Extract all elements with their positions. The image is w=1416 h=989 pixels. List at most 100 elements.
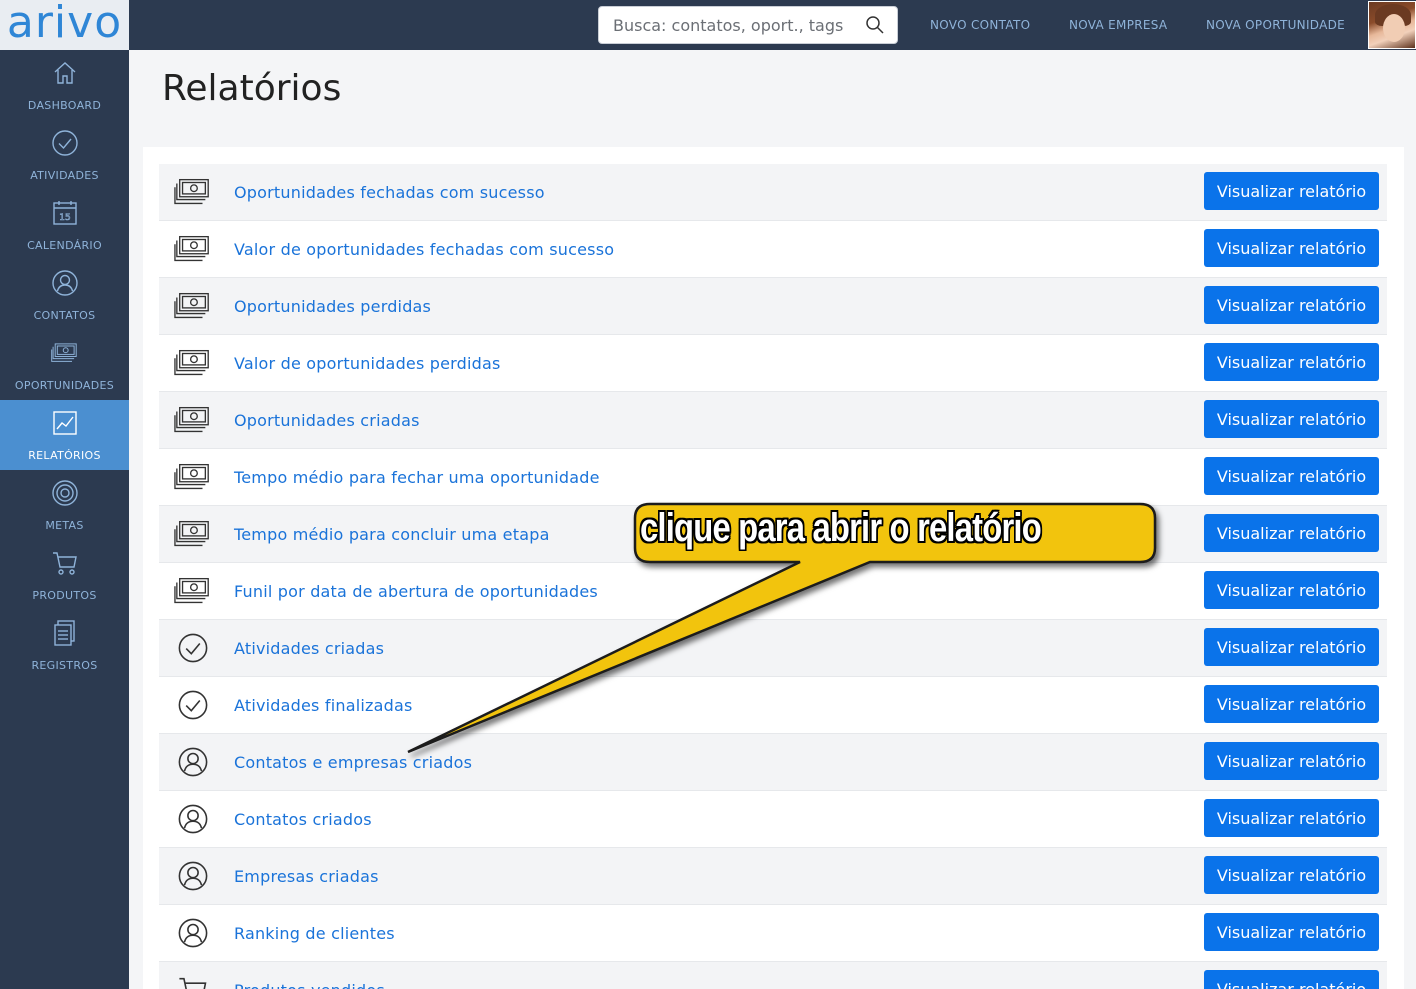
calendar-icon: 15: [51, 199, 79, 231]
sidebar-item-label: METAS: [45, 518, 84, 532]
report-row: Contatos e empresas criados Visualizar re…: [159, 734, 1387, 791]
search-box[interactable]: [598, 6, 898, 44]
money-icon: [173, 345, 213, 381]
new-opportunity-link[interactable]: NOVA OPORTUNIDADE: [1206, 0, 1345, 50]
report-link[interactable]: Contatos e empresas criados: [234, 753, 472, 772]
report-row: Oportunidades fechadas com sucesso Visual…: [159, 164, 1387, 221]
sidebar-item-registros[interactable]: REGISTROS: [0, 610, 129, 680]
sidebar-item-contatos[interactable]: CONTATOS: [0, 260, 129, 330]
reports-list: Oportunidades fechadas com sucesso Visual…: [159, 164, 1387, 989]
money-icon: [173, 516, 213, 552]
report-row: Funil por data de abertura de oportunida…: [159, 563, 1387, 620]
sidebar-item-oportunidades[interactable]: OPORTUNIDADES: [0, 330, 129, 400]
money-icon: [173, 231, 213, 267]
person-icon: [173, 744, 213, 780]
report-row: Contatos criados Visualizar relatório: [159, 791, 1387, 848]
new-contact-link[interactable]: NOVO CONTATO: [930, 0, 1030, 50]
sidebar-item-label: CALENDÁRIO: [27, 238, 102, 252]
sidebar-item-label: REGISTROS: [31, 658, 98, 672]
report-link[interactable]: Empresas criadas: [234, 867, 379, 886]
report-link[interactable]: Contatos criados: [234, 810, 372, 829]
view-report-button[interactable]: Visualizar relatório: [1204, 628, 1379, 666]
report-row: Atividades finalizadas Visualizar relatór…: [159, 677, 1387, 734]
report-link[interactable]: Funil por data de abertura de oportunida…: [234, 582, 598, 601]
view-report-button[interactable]: Visualizar relatório: [1204, 286, 1379, 324]
view-report-button[interactable]: Visualizar relatório: [1204, 400, 1379, 438]
report-link[interactable]: Valor de oportunidades perdidas: [234, 354, 501, 373]
sidebar-item-produtos[interactable]: PRODUTOS: [0, 540, 129, 610]
report-link[interactable]: Atividades finalizadas: [234, 696, 413, 715]
new-company-link[interactable]: NOVA EMPRESA: [1069, 0, 1167, 50]
report-row: Valor de oportunidades fechadas com suce…: [159, 221, 1387, 278]
view-report-button[interactable]: Visualizar relatório: [1204, 799, 1379, 837]
avatar[interactable]: [1368, 1, 1416, 49]
view-report-button[interactable]: Visualizar relatório: [1204, 514, 1379, 552]
view-report-button[interactable]: Visualizar relatório: [1204, 571, 1379, 609]
view-report-button[interactable]: Visualizar relatório: [1204, 913, 1379, 951]
sidebar: arivo DASHBOARD ATIVIDADES 15 CALENDÁRIO CON…: [0, 0, 129, 989]
sidebar-item-calendario[interactable]: 15 CALENDÁRIO: [0, 190, 129, 260]
search-icon[interactable]: [865, 15, 885, 35]
money-icon: [173, 573, 213, 609]
view-report-button[interactable]: Visualizar relatório: [1204, 343, 1379, 381]
view-report-button[interactable]: Visualizar relatório: [1204, 457, 1379, 495]
report-row: Valor de oportunidades perdidas Visualiza…: [159, 335, 1387, 392]
svg-text:15: 15: [59, 213, 70, 223]
money-icon: [173, 402, 213, 438]
report-link[interactable]: Valor de oportunidades fechadas com suce…: [234, 240, 614, 259]
sidebar-item-label: ATIVIDADES: [30, 168, 99, 182]
sidebar-item-label: OPORTUNIDADES: [14, 378, 115, 392]
cart-icon: [51, 549, 79, 581]
report-row: Atividades criadas Visualizar relatório: [159, 620, 1387, 677]
report-link[interactable]: Oportunidades criadas: [234, 411, 420, 430]
sidebar-item-atividades[interactable]: ATIVIDADES: [0, 120, 129, 190]
report-link[interactable]: Ranking de clientes: [234, 924, 395, 943]
check-circle-icon: [173, 630, 213, 666]
sidebar-item-dashboard[interactable]: DASHBOARD: [0, 50, 129, 120]
check-circle-icon: [173, 687, 213, 723]
person-icon: [173, 915, 213, 951]
person-icon: [51, 269, 79, 301]
money-icon: [50, 339, 79, 371]
report-row: Produtos vendidos Visualizar relatório: [159, 962, 1387, 989]
money-icon: [173, 174, 213, 210]
check-circle-icon: [51, 129, 79, 161]
report-row: Oportunidades perdidas Visualizar relatór…: [159, 278, 1387, 335]
view-report-button[interactable]: Visualizar relatório: [1204, 856, 1379, 894]
person-icon: [173, 858, 213, 894]
report-row: Tempo médio para fechar uma oportunidade…: [159, 449, 1387, 506]
report-link[interactable]: Tempo médio para fechar uma oportunidade: [234, 468, 600, 487]
logo-text: arivo: [6, 0, 123, 48]
report-link[interactable]: Produtos vendidos: [234, 981, 385, 989]
reports-panel: Oportunidades fechadas com sucesso Visual…: [143, 147, 1404, 989]
search-input[interactable]: [613, 15, 865, 35]
report-row: Empresas criadas Visualizar relatório: [159, 848, 1387, 905]
view-report-button[interactable]: Visualizar relatório: [1204, 172, 1379, 210]
topbar: NOVO CONTATO NOVA EMPRESA NOVA OPORTUNID…: [129, 0, 1416, 50]
view-report-button[interactable]: Visualizar relatório: [1204, 229, 1379, 267]
money-icon: [173, 288, 213, 324]
report-link[interactable]: Atividades criadas: [234, 639, 384, 658]
report-link[interactable]: Oportunidades fechadas com sucesso: [234, 183, 545, 202]
sidebar-item-label: PRODUTOS: [32, 588, 97, 602]
sidebar-item-relatorios[interactable]: RELATÓRIOS: [0, 400, 129, 470]
logo[interactable]: arivo: [0, 0, 129, 50]
target-icon: [51, 479, 79, 511]
view-report-button[interactable]: Visualizar relatório: [1204, 742, 1379, 780]
person-icon: [173, 801, 213, 837]
annotation-text: clique para abrir o relatório: [640, 506, 1042, 550]
view-report-button[interactable]: Visualizar relatório: [1204, 970, 1379, 989]
report-row: Oportunidades criadas Visualizar relatóri…: [159, 392, 1387, 449]
view-report-button[interactable]: Visualizar relatório: [1204, 685, 1379, 723]
home-icon: [51, 59, 79, 91]
cart-icon: [173, 972, 213, 989]
records-icon: [51, 619, 79, 651]
page-title: Relatórios: [162, 68, 342, 109]
report-link[interactable]: Tempo médio para concluir uma etapa: [234, 525, 550, 544]
sidebar-item-label: CONTATOS: [33, 308, 96, 322]
money-icon: [173, 459, 213, 495]
report-link[interactable]: Oportunidades perdidas: [234, 297, 431, 316]
chart-icon: [51, 409, 79, 441]
sidebar-item-metas[interactable]: METAS: [0, 470, 129, 540]
sidebar-item-label: DASHBOARD: [27, 98, 102, 112]
